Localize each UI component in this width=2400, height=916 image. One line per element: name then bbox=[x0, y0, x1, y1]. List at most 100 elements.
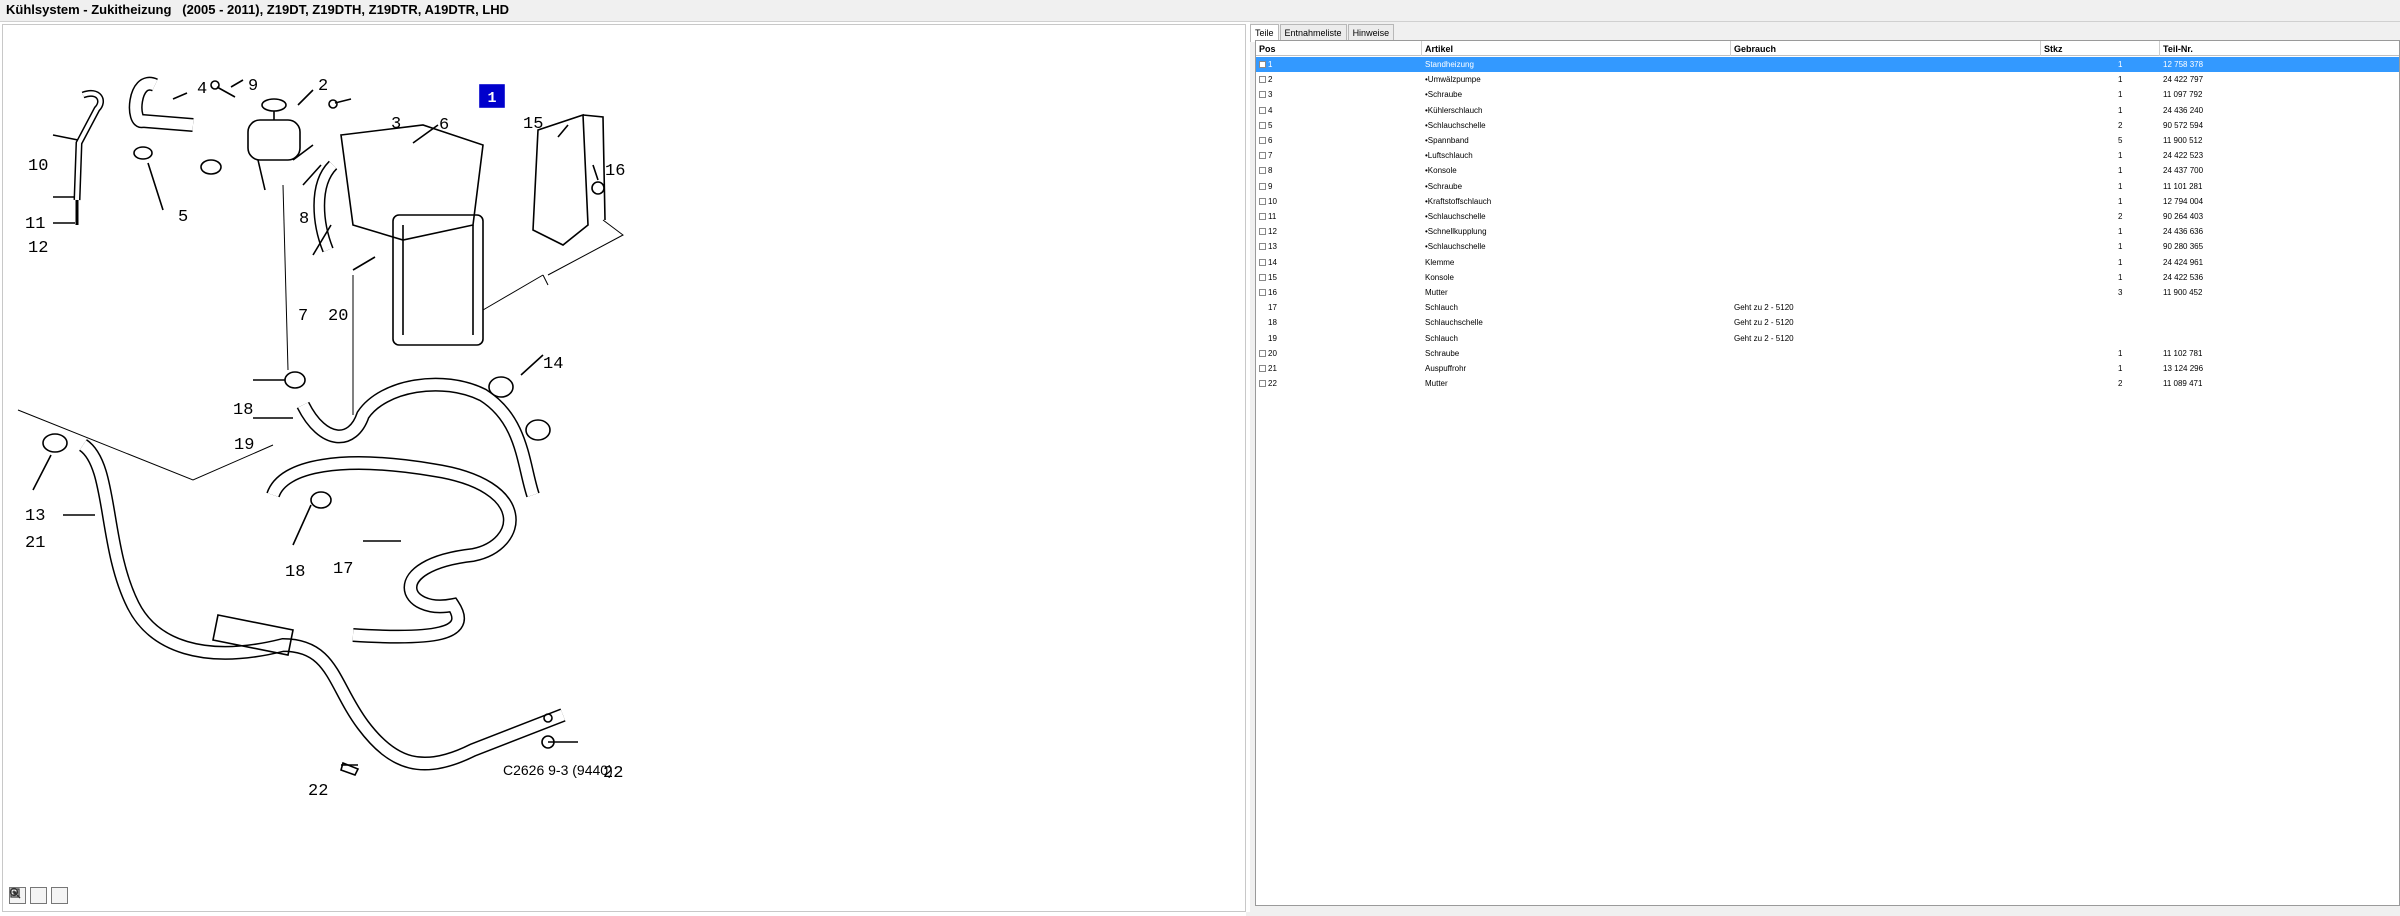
table-row[interactable]: 10 •Kraftstoffschlauch 1 12 794 004 bbox=[1256, 194, 2399, 209]
callout-label[interactable]: 11 bbox=[25, 215, 45, 234]
row-checkbox[interactable] bbox=[1259, 228, 1266, 236]
callout-label[interactable]: 16 bbox=[605, 162, 625, 181]
row-checkbox[interactable] bbox=[1259, 121, 1266, 129]
table-row[interactable]: 12 •Schnellkupplung 1 24 436 636 bbox=[1256, 224, 2399, 239]
row-checkbox[interactable] bbox=[1259, 258, 1266, 266]
table-row[interactable]: 4 •Kühlerschlauch 1 24 436 240 bbox=[1256, 103, 2399, 118]
cell-pos: 22 bbox=[1268, 379, 1277, 389]
cell-artikel: •Konsole bbox=[1425, 166, 1457, 176]
callout-label[interactable]: 22 bbox=[308, 782, 328, 801]
table-row[interactable]: 11 •Schlauchschelle 2 90 264 403 bbox=[1256, 209, 2399, 224]
callout-label[interactable]: 10 bbox=[28, 157, 48, 176]
row-checkbox[interactable] bbox=[1259, 213, 1266, 220]
callout-label[interactable]: 9 bbox=[248, 77, 258, 96]
callout-label[interactable]: 5 bbox=[178, 208, 188, 227]
cell-artikel: •Umwälzpumpe bbox=[1425, 75, 1481, 85]
table-row[interactable]: 19 Schlauch Geht zu 2 - 5120 bbox=[1256, 331, 2399, 346]
cell-teil-nr: 24 422 797 bbox=[2163, 75, 2204, 85]
row-checkbox[interactable] bbox=[1259, 167, 1266, 175]
table-row[interactable]: 15 Konsole 1 24 422 536 bbox=[1256, 270, 2399, 285]
cell-teil-nr: 11 097 792 bbox=[2163, 90, 2203, 100]
column-header-gebrauch[interactable]: Gebrauch bbox=[1731, 41, 2041, 56]
table-row[interactable]: 5 •Schlauchschelle 2 90 572 594 bbox=[1256, 118, 2399, 133]
cell-gebrauch: Geht zu 2 - 5120 bbox=[1734, 303, 1794, 313]
table-row[interactable]: 8 •Konsole 1 24 437 700 bbox=[1256, 163, 2399, 178]
column-header-stkz[interactable]: Stkz bbox=[2041, 41, 2160, 56]
table-row[interactable]: 13 •Schlauchschelle 1 90 280 365 bbox=[1256, 239, 2399, 254]
row-checkbox[interactable] bbox=[1259, 365, 1266, 372]
cell-stkz: 1 bbox=[2118, 151, 2123, 161]
row-checkbox[interactable] bbox=[1259, 61, 1266, 68]
title-bar: Kühlsystem - Zukitheizung (2005 - 2011),… bbox=[0, 0, 2400, 22]
tab-hinweise[interactable]: Hinweise bbox=[1347, 24, 1395, 40]
callout-label[interactable]: 20 bbox=[328, 307, 348, 326]
column-header-pos[interactable]: Pos bbox=[1256, 41, 1422, 56]
callout-label[interactable]: 2 bbox=[318, 77, 328, 96]
parts-diagram[interactable]: 1 2 3 4 5 6 7 8 9 10 11 12 13 14 15 16 17 18 18 19 20 21 22 22… bbox=[2, 24, 1246, 912]
cell-artikel: Mutter bbox=[1425, 288, 1448, 297]
cell-gebrauch: Geht zu 2 - 5120 bbox=[1734, 318, 1794, 328]
callout-label[interactable]: 14 bbox=[543, 355, 563, 374]
table-row[interactable]: 22 Mutter 2 11 089 471 bbox=[1256, 376, 2399, 391]
row-checkbox[interactable] bbox=[1259, 289, 1266, 296]
column-header-teil-nr[interactable]: Teil-Nr. bbox=[2160, 41, 2399, 56]
row-checkbox[interactable] bbox=[1259, 197, 1266, 205]
row-checkbox[interactable] bbox=[1259, 349, 1266, 357]
table-row[interactable]: 6 •Spannband 5 11 900 512 bbox=[1256, 133, 2399, 148]
column-header-artikel[interactable]: Artikel bbox=[1422, 41, 1731, 56]
row-checkbox[interactable] bbox=[1259, 76, 1266, 84]
callout-label[interactable]: 17 bbox=[333, 560, 353, 579]
callout-label[interactable]: 21 bbox=[25, 534, 45, 553]
callout-label[interactable]: 4 bbox=[197, 80, 207, 99]
callout-label[interactable]: 6 bbox=[439, 116, 449, 135]
cell-teil-nr: 11 089 471 bbox=[2163, 379, 2203, 389]
row-checkbox[interactable] bbox=[1259, 152, 1266, 160]
cell-artikel: •Kühlerschlauch bbox=[1425, 105, 1483, 115]
zoom-out-button[interactable] bbox=[9, 887, 47, 904]
tab-entnahmeliste[interactable]: Entnahmeliste bbox=[1279, 24, 1347, 40]
cell-teil-nr: 12 794 004 bbox=[2163, 196, 2204, 206]
table-row[interactable]: 2 •Umwälzpumpe 1 24 422 797 bbox=[1256, 72, 2399, 87]
row-checkbox[interactable] bbox=[1259, 137, 1266, 144]
cell-stkz: 2 bbox=[2118, 120, 2123, 130]
callout-label[interactable]: 18 bbox=[233, 401, 253, 420]
cell-stkz: 1 bbox=[2118, 181, 2123, 191]
row-checkbox[interactable] bbox=[1259, 243, 1266, 251]
cell-stkz: 1 bbox=[2118, 272, 2123, 282]
cell-stkz: 2 bbox=[2118, 379, 2123, 389]
callout-label[interactable]: 13 bbox=[25, 507, 45, 526]
table-row[interactable]: 18 Schlauchschelle Geht zu 2 - 5120 bbox=[1256, 315, 2399, 330]
cell-pos: 7 bbox=[1268, 151, 1273, 161]
callout-label[interactable]: 3 bbox=[391, 115, 401, 134]
exploded-view-drawing: 1 23456789101112131415161718181920212222… bbox=[17, 76, 625, 801]
cell-teil-nr: 13 124 296 bbox=[2163, 364, 2204, 373]
callout-label[interactable]: 19 bbox=[234, 436, 254, 455]
cell-pos: 21 bbox=[1268, 364, 1277, 373]
table-row[interactable]: 14 Klemme 1 24 424 961 bbox=[1256, 255, 2399, 270]
table-row[interactable]: 17 Schlauch Geht zu 2 - 5120 bbox=[1256, 300, 2399, 315]
fit-view-button[interactable] bbox=[10, 887, 68, 904]
table-row[interactable]: 16 Mutter 3 11 900 452 bbox=[1256, 285, 2399, 300]
table-row[interactable]: 3 •Schraube 1 11 097 792 bbox=[1256, 87, 2399, 102]
table-row[interactable]: 7 •Luftschlauch 1 24 422 523 bbox=[1256, 148, 2399, 163]
table-row[interactable]: 1 Standheizung 1 12 758 378 bbox=[1256, 57, 2399, 72]
callout-label[interactable]: 12 bbox=[28, 239, 48, 258]
row-checkbox[interactable] bbox=[1259, 182, 1266, 190]
cell-pos: 17 bbox=[1268, 303, 1277, 313]
row-checkbox[interactable] bbox=[1259, 106, 1266, 114]
cell-artikel: •Schnellkupplung bbox=[1425, 227, 1487, 237]
cell-teil-nr: 90 264 403 bbox=[2163, 212, 2204, 221]
table-row[interactable]: 21 Auspuffrohr 1 13 124 296 bbox=[1256, 361, 2399, 376]
cell-teil-nr: 24 436 636 bbox=[2163, 227, 2204, 237]
callout-label[interactable]: 15 bbox=[523, 115, 543, 134]
table-row[interactable]: 9 •Schraube 1 11 101 281 bbox=[1256, 179, 2399, 194]
row-checkbox[interactable] bbox=[1259, 380, 1266, 388]
parts-table[interactable]: Pos Artikel Gebrauch Stkz Teil-Nr. 1 Stan… bbox=[1255, 40, 2400, 906]
row-checkbox[interactable] bbox=[1259, 91, 1266, 99]
callout-label[interactable]: 18 bbox=[285, 563, 305, 582]
callout-label[interactable]: 7 bbox=[298, 307, 308, 326]
cell-artikel: •Luftschlauch bbox=[1425, 151, 1473, 161]
callout-label[interactable]: 8 bbox=[299, 210, 309, 229]
table-row[interactable]: 20 Schraube 1 11 102 781 bbox=[1256, 346, 2399, 361]
row-checkbox[interactable] bbox=[1259, 273, 1266, 281]
